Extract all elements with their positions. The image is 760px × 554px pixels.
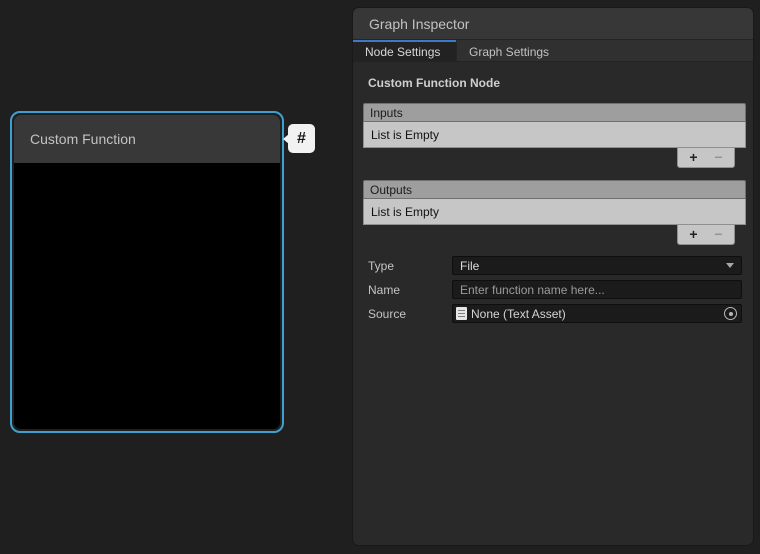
- inputs-list-header-label: Inputs: [370, 106, 403, 120]
- outputs-list: Outputs List is Empty + −: [363, 180, 746, 245]
- property-rows: Type File Name Source None (Text Asset): [363, 256, 742, 323]
- node-frame: Custom Function: [14, 115, 280, 429]
- object-picker-icon[interactable]: [724, 307, 737, 320]
- tab-node-settings-label: Node Settings: [365, 45, 440, 59]
- node-header[interactable]: Custom Function: [14, 115, 280, 163]
- inputs-add-button[interactable]: +: [681, 149, 706, 166]
- type-dropdown[interactable]: File: [452, 256, 742, 275]
- source-label: Source: [363, 307, 452, 321]
- graph-inspector-panel: Graph Inspector Node Settings Graph Sett…: [353, 8, 753, 545]
- function-name-input[interactable]: [452, 280, 742, 299]
- hash-icon: #: [297, 130, 306, 148]
- node-title: Custom Function: [30, 131, 136, 147]
- inspector-title: Graph Inspector: [369, 16, 469, 32]
- inspector-tab-strip: Node Settings Graph Settings: [353, 40, 753, 62]
- outputs-add-button[interactable]: +: [681, 226, 706, 243]
- tab-node-settings[interactable]: Node Settings: [353, 40, 456, 61]
- tab-graph-settings-label: Graph Settings: [469, 45, 549, 59]
- section-title: Custom Function Node: [368, 76, 743, 90]
- source-object-value: None (Text Asset): [471, 307, 566, 321]
- outputs-empty-label: List is Empty: [371, 205, 439, 219]
- inspector-header[interactable]: Graph Inspector: [353, 8, 753, 40]
- outputs-remove-button[interactable]: −: [706, 226, 731, 243]
- outputs-list-footer-row: + −: [363, 225, 746, 245]
- inputs-list-footer: + −: [677, 148, 735, 168]
- inputs-empty-label: List is Empty: [371, 128, 439, 142]
- node-hash-badge[interactable]: #: [288, 124, 315, 153]
- inputs-list: Inputs List is Empty + −: [363, 103, 746, 168]
- outputs-list-header: Outputs: [363, 180, 746, 199]
- source-object-field[interactable]: None (Text Asset): [452, 304, 742, 323]
- inputs-remove-button[interactable]: −: [706, 149, 731, 166]
- type-dropdown-value: File: [460, 259, 479, 273]
- outputs-list-footer: + −: [677, 225, 735, 245]
- inputs-list-header: Inputs: [363, 103, 746, 122]
- name-label: Name: [363, 283, 452, 297]
- type-row: Type File: [363, 256, 742, 275]
- outputs-list-body[interactable]: List is Empty: [363, 199, 746, 225]
- outputs-list-header-label: Outputs: [370, 183, 412, 197]
- source-row: Source None (Text Asset): [363, 304, 742, 323]
- inspector-content: Custom Function Node Inputs List is Empt…: [353, 62, 753, 545]
- text-asset-icon: [456, 307, 467, 320]
- tab-graph-settings[interactable]: Graph Settings: [456, 40, 561, 61]
- node-preview-area: [14, 163, 280, 429]
- chevron-down-icon: [726, 263, 734, 268]
- type-label: Type: [363, 259, 452, 273]
- name-row: Name: [363, 280, 742, 299]
- inputs-list-footer-row: + −: [363, 148, 746, 168]
- custom-function-node[interactable]: Custom Function: [10, 111, 284, 433]
- inputs-list-body[interactable]: List is Empty: [363, 122, 746, 148]
